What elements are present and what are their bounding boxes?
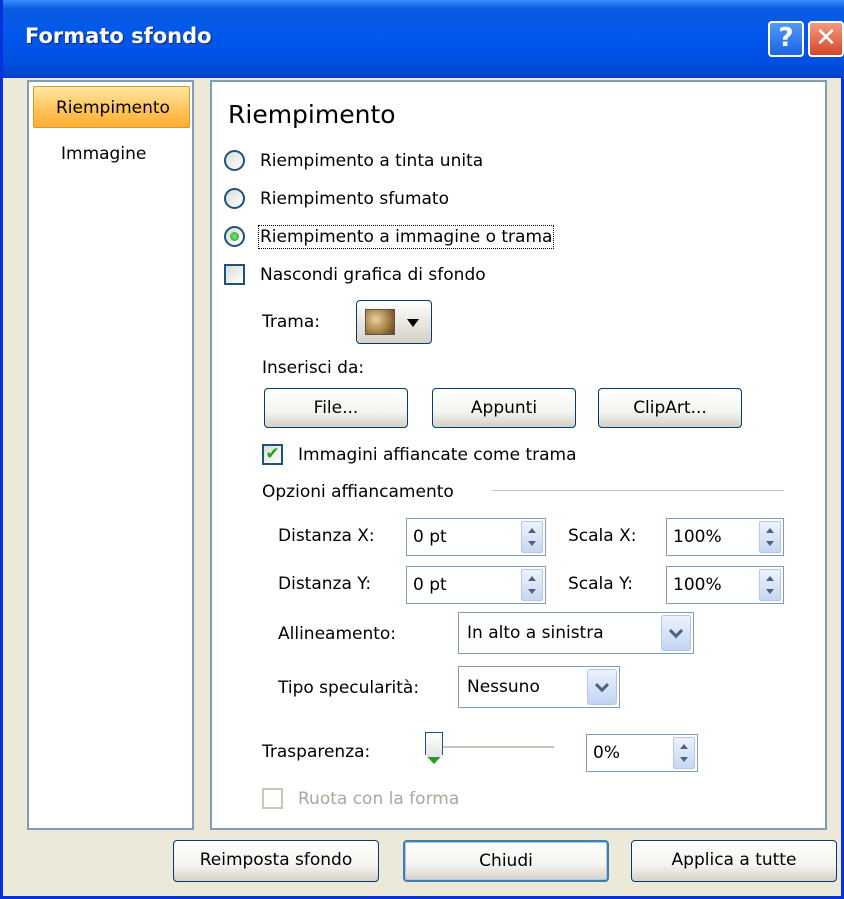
spin-arrows-icon[interactable]	[521, 569, 543, 601]
tile-as-texture-checkbox[interactable]: ✔ Immagini affiancate come trama	[262, 444, 577, 465]
spin-arrows-icon[interactable]	[521, 521, 543, 553]
insert-from-label: Inserisci da:	[262, 358, 365, 378]
panel-heading: Riempimento	[228, 100, 396, 129]
title-bar[interactable]: Formato sfondo ? ✕	[3, 0, 844, 78]
spinner-value: 100%	[673, 527, 722, 547]
radio-button[interactable]	[224, 150, 245, 171]
close-icon: ✕	[815, 23, 837, 53]
offset-y-label: Distanza Y:	[278, 574, 372, 594]
reset-background-button[interactable]: Reimposta sfondo	[173, 840, 379, 882]
rotate-with-shape-checkbox[interactable]: Ruota con la forma	[262, 788, 459, 809]
texture-label: Trama:	[262, 312, 320, 332]
category-list: Riempimento Immagine	[27, 80, 194, 830]
spin-arrows-icon[interactable]	[759, 521, 781, 553]
radio-picture-texture-fill[interactable]: Riempimento a immagine o trama	[224, 224, 555, 249]
clipboard-button[interactable]: Appunti	[432, 388, 576, 428]
spinner-value: 100%	[673, 575, 722, 595]
transparency-slider-thumb[interactable]	[425, 732, 443, 764]
chevron-down-icon[interactable]	[661, 615, 691, 651]
spinner-value: 0%	[593, 743, 620, 763]
spin-arrows-icon[interactable]	[759, 569, 781, 601]
radio-button[interactable]	[224, 226, 245, 247]
scale-y-spinner[interactable]: 100%	[666, 566, 784, 604]
transparency-spinner[interactable]: 0%	[586, 734, 698, 772]
nav-item-label: Immagine	[61, 144, 147, 164]
radio-button[interactable]	[224, 188, 245, 209]
tiling-options-label: Opzioni affiancamento	[262, 482, 454, 502]
dropdown-arrow-icon	[407, 319, 419, 327]
texture-swatch-icon	[365, 309, 395, 335]
checkbox-label: Immagini affiancate come trama	[298, 444, 577, 465]
nav-item-riempimento[interactable]: Riempimento	[33, 86, 190, 128]
close-button[interactable]: Chiudi	[403, 840, 609, 882]
nav-item-immagine[interactable]: Immagine	[33, 136, 190, 178]
clipart-button[interactable]: ClipArt...	[598, 388, 742, 428]
help-icon: ?	[778, 23, 794, 53]
transparency-label: Trasparenza:	[262, 742, 371, 762]
checkbox-label: Nascondi grafica di sfondo	[260, 264, 486, 285]
mirror-type-dropdown[interactable]: Nessuno	[458, 666, 620, 708]
checkbox[interactable]	[262, 788, 283, 809]
help-button[interactable]: ?	[768, 21, 804, 57]
spinner-value: 0 pt	[413, 575, 447, 595]
checkbox[interactable]	[224, 264, 245, 285]
alignment-dropdown[interactable]: In alto a sinistra	[458, 612, 694, 654]
scale-x-spinner[interactable]: 100%	[666, 518, 784, 556]
checkbox[interactable]: ✔	[262, 444, 283, 465]
transparency-slider-track[interactable]	[432, 746, 554, 749]
chevron-down-icon[interactable]	[587, 669, 617, 705]
apply-to-all-button[interactable]: Applica a tutte	[631, 840, 837, 882]
radio-solid-fill[interactable]: Riempimento a tinta unita	[224, 150, 483, 171]
alignment-label: Allineamento:	[278, 624, 397, 644]
dialog-window: Formato sfondo ? ✕ Riempimento Immagine …	[0, 0, 844, 899]
mirror-type-label: Tipo specularità:	[278, 678, 420, 698]
offset-x-spinner[interactable]: 0 pt	[406, 518, 546, 556]
radio-label: Riempimento a tinta unita	[260, 150, 484, 171]
offset-y-spinner[interactable]: 0 pt	[406, 566, 546, 604]
radio-gradient-fill[interactable]: Riempimento sfumato	[224, 188, 449, 209]
fill-settings-panel: Riempimento Riempimento a tinta unita Ri…	[210, 80, 827, 830]
dropdown-value: In alto a sinistra	[467, 623, 604, 643]
dropdown-value: Nessuno	[467, 677, 540, 697]
radio-label: Riempimento a immagine o trama	[257, 224, 555, 249]
group-divider	[492, 490, 784, 491]
scale-y-label: Scala Y:	[568, 574, 633, 594]
checkbox-label: Ruota con la forma	[298, 788, 460, 809]
window-title: Formato sfondo	[25, 24, 212, 48]
nav-item-label: Riempimento	[56, 98, 170, 118]
hide-background-graphics-checkbox[interactable]: Nascondi grafica di sfondo	[224, 264, 486, 285]
radio-label: Riempimento sfumato	[260, 188, 449, 209]
close-window-button[interactable]: ✕	[808, 21, 844, 57]
offset-x-label: Distanza X:	[278, 526, 375, 546]
texture-dropdown[interactable]	[356, 300, 432, 344]
spin-arrows-icon[interactable]	[673, 737, 695, 769]
file-button[interactable]: File...	[264, 388, 408, 428]
spinner-value: 0 pt	[413, 527, 447, 547]
scale-x-label: Scala X:	[568, 526, 637, 546]
